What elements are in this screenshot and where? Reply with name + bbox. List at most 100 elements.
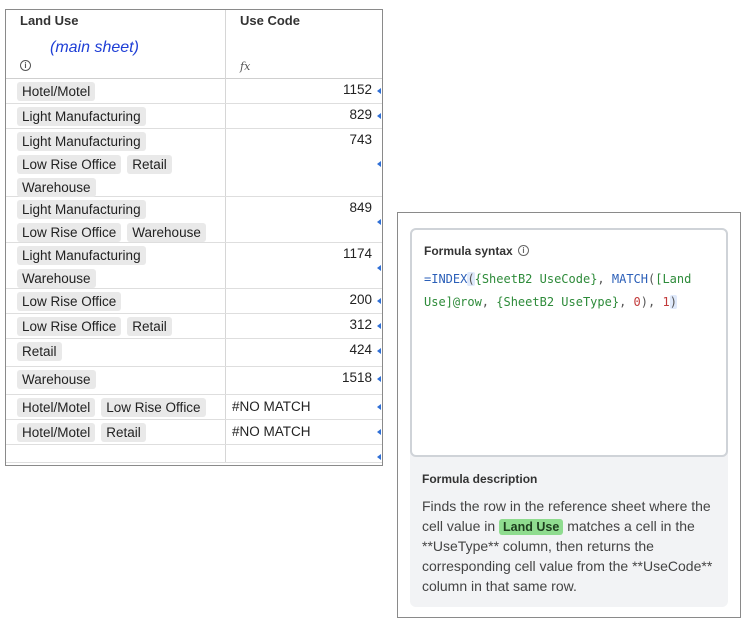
land-use-tag: Hotel/Motel [17,423,96,442]
formula-panel: Formula syntax i =INDEX({SheetB2 UseCode… [397,212,741,618]
table-row[interactable]: Light Manufacturing Warehouse 1174 [6,243,382,289]
land-use-tag: Low Rise Office [17,223,122,242]
column-title: Land Use [20,13,79,28]
use-code-value: 1152 [342,82,372,97]
land-use-tag: Low Rise Office [17,292,122,311]
spreadsheet-grid: Land Use (main sheet) i Use Code fx Hote… [5,9,383,466]
column-title: Use Code [240,13,300,28]
table-row[interactable]: Hotel/Motel Low Rise Office #NO MATCH [6,395,382,420]
formula-description: Finds the row in the reference sheet whe… [422,496,722,596]
use-code-cell[interactable]: 849 [226,197,382,242]
land-use-cell[interactable]: Light Manufacturing Low Rise Office Retail… [6,129,226,197]
table-row[interactable]: Light Manufacturing Low Rise Office Retail… [6,129,382,197]
formula-reference: {SheetB2 UseCode} [474,272,598,286]
formula-syntax-box[interactable]: Formula syntax i =INDEX({SheetB2 UseCode… [410,228,728,457]
land-use-tag: Low Rise Office [17,317,122,336]
use-code-cell[interactable]: 1518 [226,367,382,394]
cross-sheet-link-icon [377,404,381,410]
use-code-value: 849 [349,200,372,215]
cross-sheet-link-icon [377,348,381,354]
column-note: (main sheet) [50,39,139,56]
use-code-cell[interactable]: 829 [226,104,382,128]
formula-paren: ), [640,295,663,309]
info-icon[interactable]: i [20,60,31,71]
cross-sheet-link-icon [377,429,381,435]
cross-sheet-link-icon [377,265,381,271]
land-use-cell[interactable]: Low Rise Office Retail [6,314,226,338]
row-container: Hotel/Motel 1152 Light Manufacturing 829 Lig… [6,79,382,463]
land-use-cell[interactable]: Hotel/Motel Retail [6,420,226,444]
use-code-value: 743 [349,132,372,147]
formula-separator: , [597,272,612,286]
formula-reference: {SheetB2 UseType} [496,295,620,309]
land-use-tag: Low Rise Office [17,155,122,174]
land-use-cell[interactable]: Warehouse [6,367,226,394]
cross-sheet-link-icon [377,376,381,382]
formula-paren: ) [669,295,677,309]
use-code-cell[interactable]: #NO MATCH [226,395,382,419]
use-code-cell[interactable]: 312 [226,314,382,338]
column-reference-chip: Land Use [499,519,564,535]
formula-number: 1 [662,295,670,309]
land-use-tag: Warehouse [127,223,206,242]
table-row[interactable]: Retail 424 [6,339,382,367]
use-code-cell[interactable]: 200 [226,289,382,313]
formula-separator: , [481,295,497,309]
use-code-cell[interactable]: 1152 [226,79,382,103]
use-code-cell[interactable] [226,445,382,462]
land-use-tag: Light Manufacturing [17,200,146,219]
land-use-cell[interactable]: Light Manufacturing Warehouse [6,243,226,288]
use-code-value: 424 [349,342,372,357]
use-code-value: 200 [349,292,372,307]
land-use-tag: Retail [127,155,172,174]
cross-sheet-link-icon [377,454,381,460]
land-use-tag: Retail [101,423,146,442]
land-use-cell[interactable]: Hotel/Motel Low Rise Office [6,395,226,419]
land-use-tag: Hotel/Motel [17,398,96,417]
table-row[interactable]: Low Rise Office 200 [6,289,382,314]
table-row[interactable]: Low Rise Office Retail 312 [6,314,382,339]
cross-sheet-link-icon [377,323,381,329]
land-use-cell[interactable] [6,445,226,462]
land-use-cell[interactable]: Hotel/Motel [6,79,226,103]
formula-text[interactable]: =INDEX({SheetB2 UseCode}, MATCH([Land Us… [424,268,720,314]
use-code-value: 1174 [342,246,372,261]
cross-sheet-link-icon [377,298,381,304]
formula-description-title: Formula description [422,472,538,486]
formula-paren: ( [467,272,475,286]
column-header-use-code[interactable]: Use Code fx [226,10,382,79]
land-use-cell[interactable]: Retail [6,339,226,366]
land-use-tag: Retail [127,317,172,336]
cross-sheet-link-icon [377,219,381,225]
use-code-cell[interactable]: 424 [226,339,382,366]
use-code-value: 829 [349,107,372,122]
table-row[interactable]: Hotel/Motel Retail #NO MATCH [6,420,382,445]
land-use-tag: Light Manufacturing [17,246,146,265]
formula-separator: , [619,295,634,309]
cross-sheet-link-icon [377,88,381,94]
formula-number: 0 [633,295,641,309]
table-row[interactable] [6,445,382,463]
use-code-cell[interactable]: 1174 [226,243,382,288]
table-row[interactable]: Light Manufacturing Low Rise Office Wareho… [6,197,382,243]
land-use-tag: Warehouse [17,178,96,197]
land-use-tag: Warehouse [17,269,96,288]
column-header-land-use[interactable]: Land Use (main sheet) i [6,10,226,79]
use-code-value: 312 [349,317,372,332]
table-row[interactable]: Light Manufacturing 829 [6,104,382,129]
column-header-row: Land Use (main sheet) i Use Code fx [6,10,382,79]
use-code-cell[interactable]: #NO MATCH [226,420,382,444]
use-code-value: #NO MATCH [232,399,311,414]
land-use-cell[interactable]: Low Rise Office [6,289,226,313]
land-use-tag: Low Rise Office [101,398,206,417]
formula-panel-body: Formula syntax i =INDEX({SheetB2 UseCode… [410,228,728,607]
table-row[interactable]: Warehouse 1518 [6,367,382,395]
table-row[interactable]: Hotel/Motel 1152 [6,79,382,104]
formula-syntax-title: Formula syntax [424,244,513,258]
land-use-cell[interactable]: Light Manufacturing [6,104,226,128]
use-code-value: #NO MATCH [232,424,311,439]
function-icon: fx [240,60,251,73]
info-icon[interactable]: i [518,245,529,256]
use-code-cell[interactable]: 743 [226,129,382,196]
land-use-cell[interactable]: Light Manufacturing Low Rise Office Wareho… [6,197,226,242]
